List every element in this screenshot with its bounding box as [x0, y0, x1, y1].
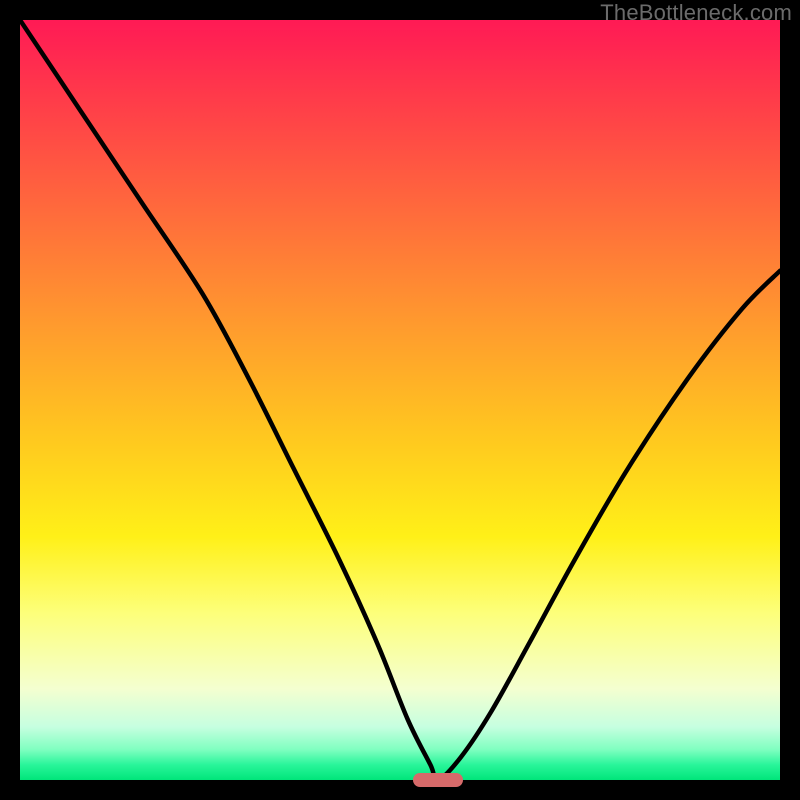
optimum-marker	[413, 773, 463, 787]
bottleneck-curve	[20, 20, 780, 780]
curve-path	[20, 20, 780, 780]
gradient-plot-area	[20, 20, 780, 780]
watermark-text: TheBottleneck.com	[600, 0, 792, 26]
chart-frame: TheBottleneck.com	[0, 0, 800, 800]
